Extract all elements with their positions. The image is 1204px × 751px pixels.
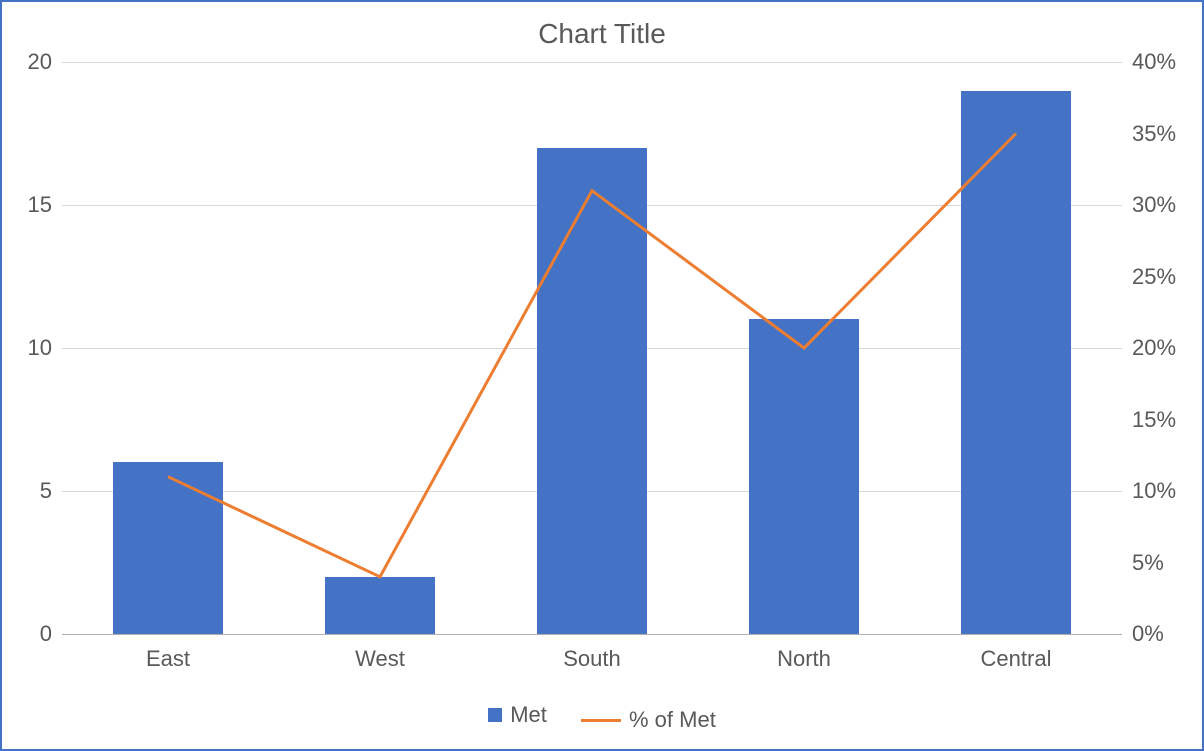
x-tick-label: West [355, 634, 405, 672]
grid-line [62, 62, 1122, 63]
legend-swatch-bar [488, 708, 502, 722]
x-tick-label: North [777, 634, 831, 672]
bar [113, 462, 223, 634]
bar [537, 148, 647, 634]
y-right-tick: 20% [1122, 335, 1176, 361]
y-left-tick: 5 [40, 478, 62, 504]
y-left-tick: 10 [28, 335, 62, 361]
x-tick-label: Central [981, 634, 1052, 672]
y-right-tick: 25% [1122, 264, 1176, 290]
legend-item-pct: % of Met [581, 707, 716, 733]
bar [961, 91, 1071, 634]
y-left-tick: 0 [40, 621, 62, 647]
legend-label-pct: % of Met [629, 707, 716, 733]
legend: Met % of Met [2, 702, 1202, 734]
y-right-tick: 40% [1122, 49, 1176, 75]
y-right-tick: 15% [1122, 407, 1176, 433]
legend-swatch-line [581, 719, 621, 722]
legend-label-met: Met [510, 702, 547, 728]
x-tick-label: East [146, 634, 190, 672]
y-left-tick: 15 [28, 192, 62, 218]
y-right-tick: 35% [1122, 121, 1176, 147]
chart-frame: Chart Title 051015200%5%10%15%20%25%30%3… [0, 0, 1204, 751]
legend-item-met: Met [488, 702, 547, 728]
y-right-tick: 10% [1122, 478, 1176, 504]
plot-area: 051015200%5%10%15%20%25%30%35%40%EastWes… [62, 62, 1122, 634]
y-right-tick: 0% [1122, 621, 1164, 647]
bar [749, 319, 859, 634]
bar [325, 577, 435, 634]
chart-title: Chart Title [2, 18, 1202, 50]
y-left-tick: 20 [28, 49, 62, 75]
x-tick-label: South [563, 634, 621, 672]
y-right-tick: 30% [1122, 192, 1176, 218]
y-right-tick: 5% [1122, 550, 1164, 576]
